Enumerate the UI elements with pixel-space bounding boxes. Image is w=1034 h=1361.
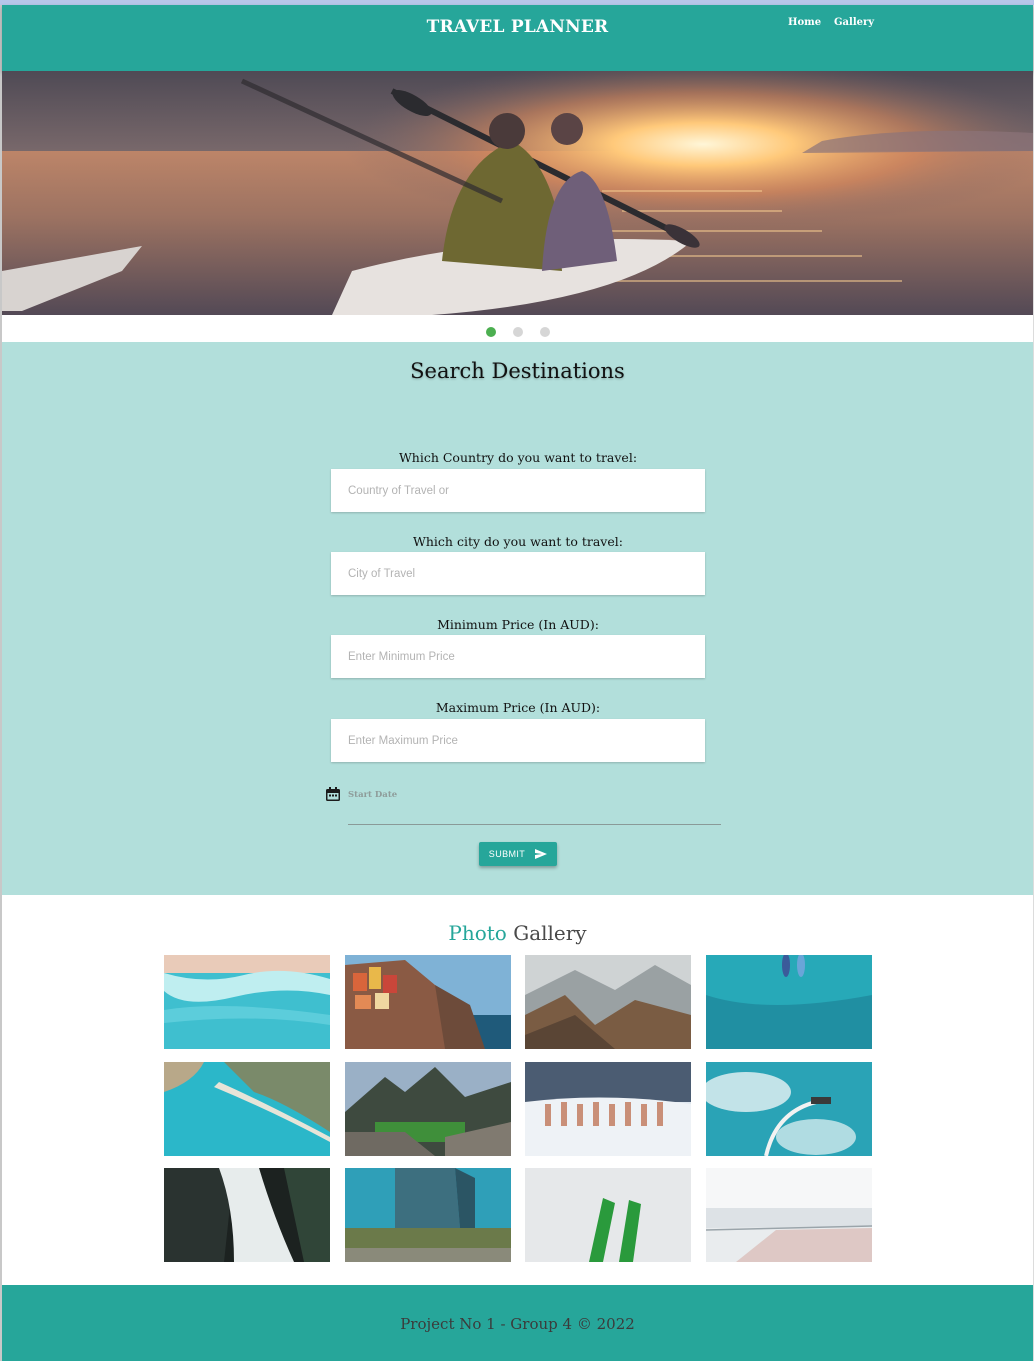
gallery-title: Photo Gallery xyxy=(2,921,1033,945)
gallery-title-rest: Gallery xyxy=(513,921,587,945)
country-input[interactable] xyxy=(331,469,705,512)
country-label: Which Country do you want to travel: xyxy=(398,450,638,465)
start-date-underline xyxy=(348,824,721,825)
carousel-dot-2[interactable] xyxy=(513,327,523,337)
gallery-photo-cinque-terre[interactable] xyxy=(345,955,511,1049)
gallery-photo-skis-snow[interactable] xyxy=(525,1168,691,1262)
city-input[interactable] xyxy=(331,552,705,595)
city-label: Which city do you want to travel: xyxy=(413,534,623,549)
gallery-photo-boat-deck[interactable] xyxy=(706,1168,872,1262)
footer-copyright: Project No 1 - Group 4 © 2022 xyxy=(400,1315,635,1333)
search-section: Search Destinations Which Country do you… xyxy=(2,342,1033,895)
gallery-photo-machu-picchu[interactable] xyxy=(345,1062,511,1156)
submit-label: SUBMIT xyxy=(488,849,526,859)
carousel-indicators xyxy=(2,315,1033,342)
gallery-photo-city-building[interactable] xyxy=(345,1168,511,1262)
carousel-dot-3[interactable] xyxy=(540,327,550,337)
nav-link-gallery[interactable]: Gallery xyxy=(834,17,874,28)
carousel-dot-1[interactable] xyxy=(486,327,496,337)
send-icon xyxy=(535,849,548,859)
min-price-label: Minimum Price (In AUD): xyxy=(437,617,599,632)
gallery-photo-streetlight-sky[interactable] xyxy=(706,1062,872,1156)
start-date-field[interactable]: Start Date xyxy=(348,790,397,800)
nav-link-home[interactable]: Home xyxy=(788,17,821,28)
max-price-label: Maximum Price (In AUD): xyxy=(435,700,601,715)
min-price-input[interactable] xyxy=(331,635,705,678)
submit-button[interactable]: SUBMIT xyxy=(479,842,557,866)
gallery-photo-ice-swimmers[interactable] xyxy=(525,1062,691,1156)
hero-carousel[interactable] xyxy=(2,71,1033,315)
search-title: Search Destinations xyxy=(410,359,625,383)
navbar: TRAVEL PLANNER Home Gallery xyxy=(2,5,1033,71)
calendar-icon[interactable] xyxy=(325,786,341,802)
gallery-title-accent: Photo xyxy=(448,921,507,945)
gallery-photo-coastline[interactable] xyxy=(164,1062,330,1156)
kayak-sunset-image xyxy=(2,71,1033,315)
gallery-photo-ocean-waves[interactable] xyxy=(164,955,330,1049)
gallery-photo-misty-mountains[interactable] xyxy=(525,955,691,1049)
max-price-input[interactable] xyxy=(331,719,705,762)
gallery-photo-paddleboards[interactable] xyxy=(706,955,872,1049)
footer: Project No 1 - Group 4 © 2022 xyxy=(2,1285,1033,1361)
brand-logo[interactable]: TRAVEL PLANNER xyxy=(2,17,1033,37)
gallery-photo-waterfall[interactable] xyxy=(164,1168,330,1262)
